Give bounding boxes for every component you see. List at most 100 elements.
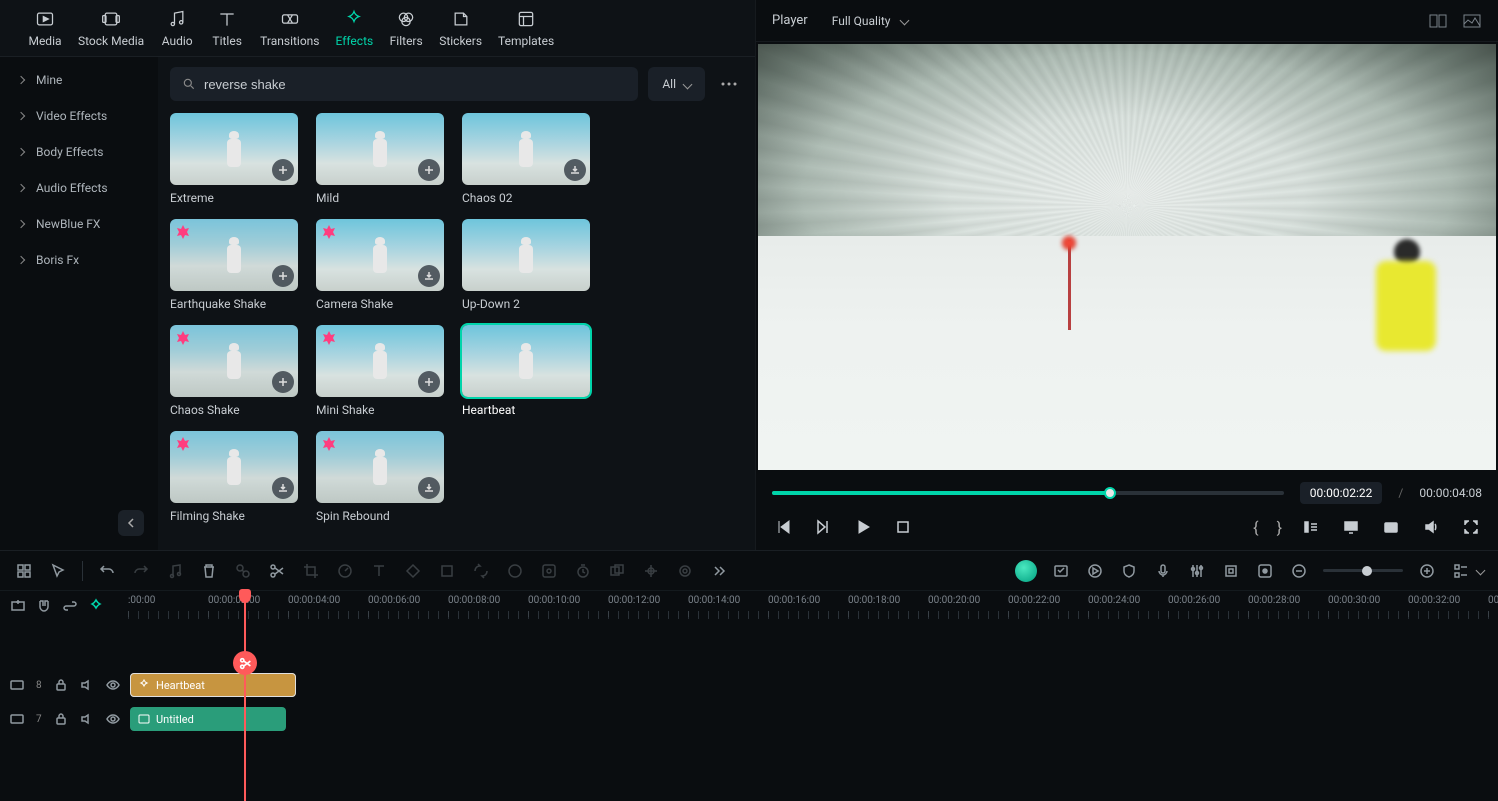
tab-media[interactable]: Media: [20, 8, 70, 56]
ai-assist-button[interactable]: [1015, 560, 1037, 582]
tab-stock-media[interactable]: Stock Media: [70, 8, 152, 56]
selection-tool[interactable]: [14, 561, 34, 581]
split-tool[interactable]: [267, 561, 287, 581]
add-track-button[interactable]: [10, 598, 26, 614]
zoom-slider[interactable]: [1323, 569, 1403, 572]
voiceover-button[interactable]: [1153, 561, 1173, 581]
crop-tool[interactable]: [301, 561, 321, 581]
monitor-button[interactable]: [1340, 516, 1362, 538]
link-tool[interactable]: [233, 561, 253, 581]
effect-thumbnail[interactable]: [316, 113, 444, 185]
sidebar-item-body-effects[interactable]: Body Effects: [6, 135, 152, 169]
effect-thumbnail[interactable]: [462, 325, 590, 397]
reverse-tool[interactable]: [471, 561, 491, 581]
sidebar-item-video-effects[interactable]: Video Effects: [6, 99, 152, 133]
effect-item[interactable]: Chaos Shake: [170, 325, 298, 417]
shield-button[interactable]: [1119, 561, 1139, 581]
zoom-out-button[interactable]: [1289, 561, 1309, 581]
transform-tool[interactable]: [641, 561, 661, 581]
tab-titles[interactable]: Titles: [202, 8, 252, 56]
mark-out-button[interactable]: }: [1277, 518, 1282, 537]
marker-list-button[interactable]: [1300, 516, 1322, 538]
effect-item[interactable]: Heartbeat: [462, 325, 590, 417]
tab-templates[interactable]: Templates: [490, 8, 562, 56]
effect-thumbnail[interactable]: [170, 219, 298, 291]
add-effect-button[interactable]: [418, 371, 440, 393]
player-progress[interactable]: [772, 491, 1284, 495]
effect-item[interactable]: Earthquake Shake: [170, 219, 298, 311]
download-effect-button[interactable]: [272, 477, 294, 499]
adjust-tool[interactable]: [539, 561, 559, 581]
search-input[interactable]: [204, 77, 626, 92]
text-tool[interactable]: [369, 561, 389, 581]
quality-dropdown[interactable]: Full Quality: [822, 10, 918, 32]
playhead-scissor-icon[interactable]: [233, 651, 257, 675]
effect-button[interactable]: [1051, 561, 1071, 581]
lock-button[interactable]: [54, 678, 68, 692]
effect-item[interactable]: Extreme: [170, 113, 298, 205]
mask-tool[interactable]: [437, 561, 457, 581]
more-tools[interactable]: [709, 561, 729, 581]
sidebar-item-mine[interactable]: Mine: [6, 63, 152, 97]
more-button[interactable]: [715, 67, 743, 101]
search-box[interactable]: [170, 67, 638, 101]
speed-tool[interactable]: [335, 561, 355, 581]
tab-stickers[interactable]: Stickers: [431, 8, 490, 56]
stop-button[interactable]: [892, 516, 914, 538]
tab-audio[interactable]: Audio: [152, 8, 202, 56]
play-forward-button[interactable]: [812, 516, 834, 538]
mute-button[interactable]: [80, 678, 94, 692]
snapshot-button[interactable]: [1380, 516, 1402, 538]
sidebar-item-boris[interactable]: Boris Fx: [6, 243, 152, 277]
timeline-ruler[interactable]: :00:0000:00:02:0000:00:04:0000:00:06:000…: [128, 591, 1498, 621]
effect-thumbnail[interactable]: [316, 325, 444, 397]
redo-button[interactable]: [131, 561, 151, 581]
effect-item[interactable]: Filming Shake: [170, 431, 298, 523]
effect-thumbnail[interactable]: [170, 113, 298, 185]
volume-button[interactable]: [1420, 516, 1442, 538]
sidebar-item-audio-effects[interactable]: Audio Effects: [6, 171, 152, 205]
add-effect-button[interactable]: [272, 265, 294, 287]
collapse-sidebar-button[interactable]: [118, 510, 144, 536]
player-preview[interactable]: [758, 44, 1496, 470]
effect-item[interactable]: Mini Shake: [316, 325, 444, 417]
effect-thumbnail[interactable]: [170, 325, 298, 397]
video-clip[interactable]: Untitled: [130, 707, 286, 731]
render-button[interactable]: [1085, 561, 1105, 581]
tab-effects[interactable]: Effects: [328, 8, 382, 56]
add-effect-button[interactable]: [272, 371, 294, 393]
zoom-in-button[interactable]: [1417, 561, 1437, 581]
lock-button[interactable]: [54, 712, 68, 726]
sidebar-item-newblue[interactable]: NewBlue FX: [6, 207, 152, 241]
keyframe-tool[interactable]: [403, 561, 423, 581]
effect-clip[interactable]: Heartbeat: [130, 673, 296, 697]
add-effect-button[interactable]: [418, 159, 440, 181]
record-button[interactable]: [1255, 561, 1275, 581]
fullscreen-button[interactable]: [1460, 516, 1482, 538]
markers-button[interactable]: [1221, 561, 1241, 581]
auto-ripple-button[interactable]: [88, 598, 104, 614]
effect-item[interactable]: Chaos 02: [462, 113, 590, 205]
image-view-button[interactable]: [1462, 11, 1482, 31]
mark-in-button[interactable]: {: [1253, 518, 1258, 537]
filter-dropdown[interactable]: All: [648, 67, 705, 101]
tracking-tool[interactable]: [675, 561, 695, 581]
visibility-button[interactable]: [106, 712, 120, 726]
play-button[interactable]: [852, 516, 874, 538]
effect-thumbnail[interactable]: [170, 431, 298, 503]
delete-button[interactable]: [199, 561, 219, 581]
prev-frame-button[interactable]: [772, 516, 794, 538]
download-effect-button[interactable]: [418, 265, 440, 287]
effect-thumbnail[interactable]: [316, 431, 444, 503]
download-effect-button[interactable]: [564, 159, 586, 181]
effect-item[interactable]: Mild: [316, 113, 444, 205]
effect-thumbnail[interactable]: [462, 113, 590, 185]
effect-item[interactable]: Camera Shake: [316, 219, 444, 311]
music-tool[interactable]: [165, 561, 185, 581]
cursor-tool[interactable]: [48, 561, 68, 581]
group-tool[interactable]: [607, 561, 627, 581]
visibility-button[interactable]: [106, 678, 120, 692]
effect-item[interactable]: Up-Down 2: [462, 219, 590, 311]
effect-item[interactable]: Spin Rebound: [316, 431, 444, 523]
playhead[interactable]: [244, 591, 246, 801]
